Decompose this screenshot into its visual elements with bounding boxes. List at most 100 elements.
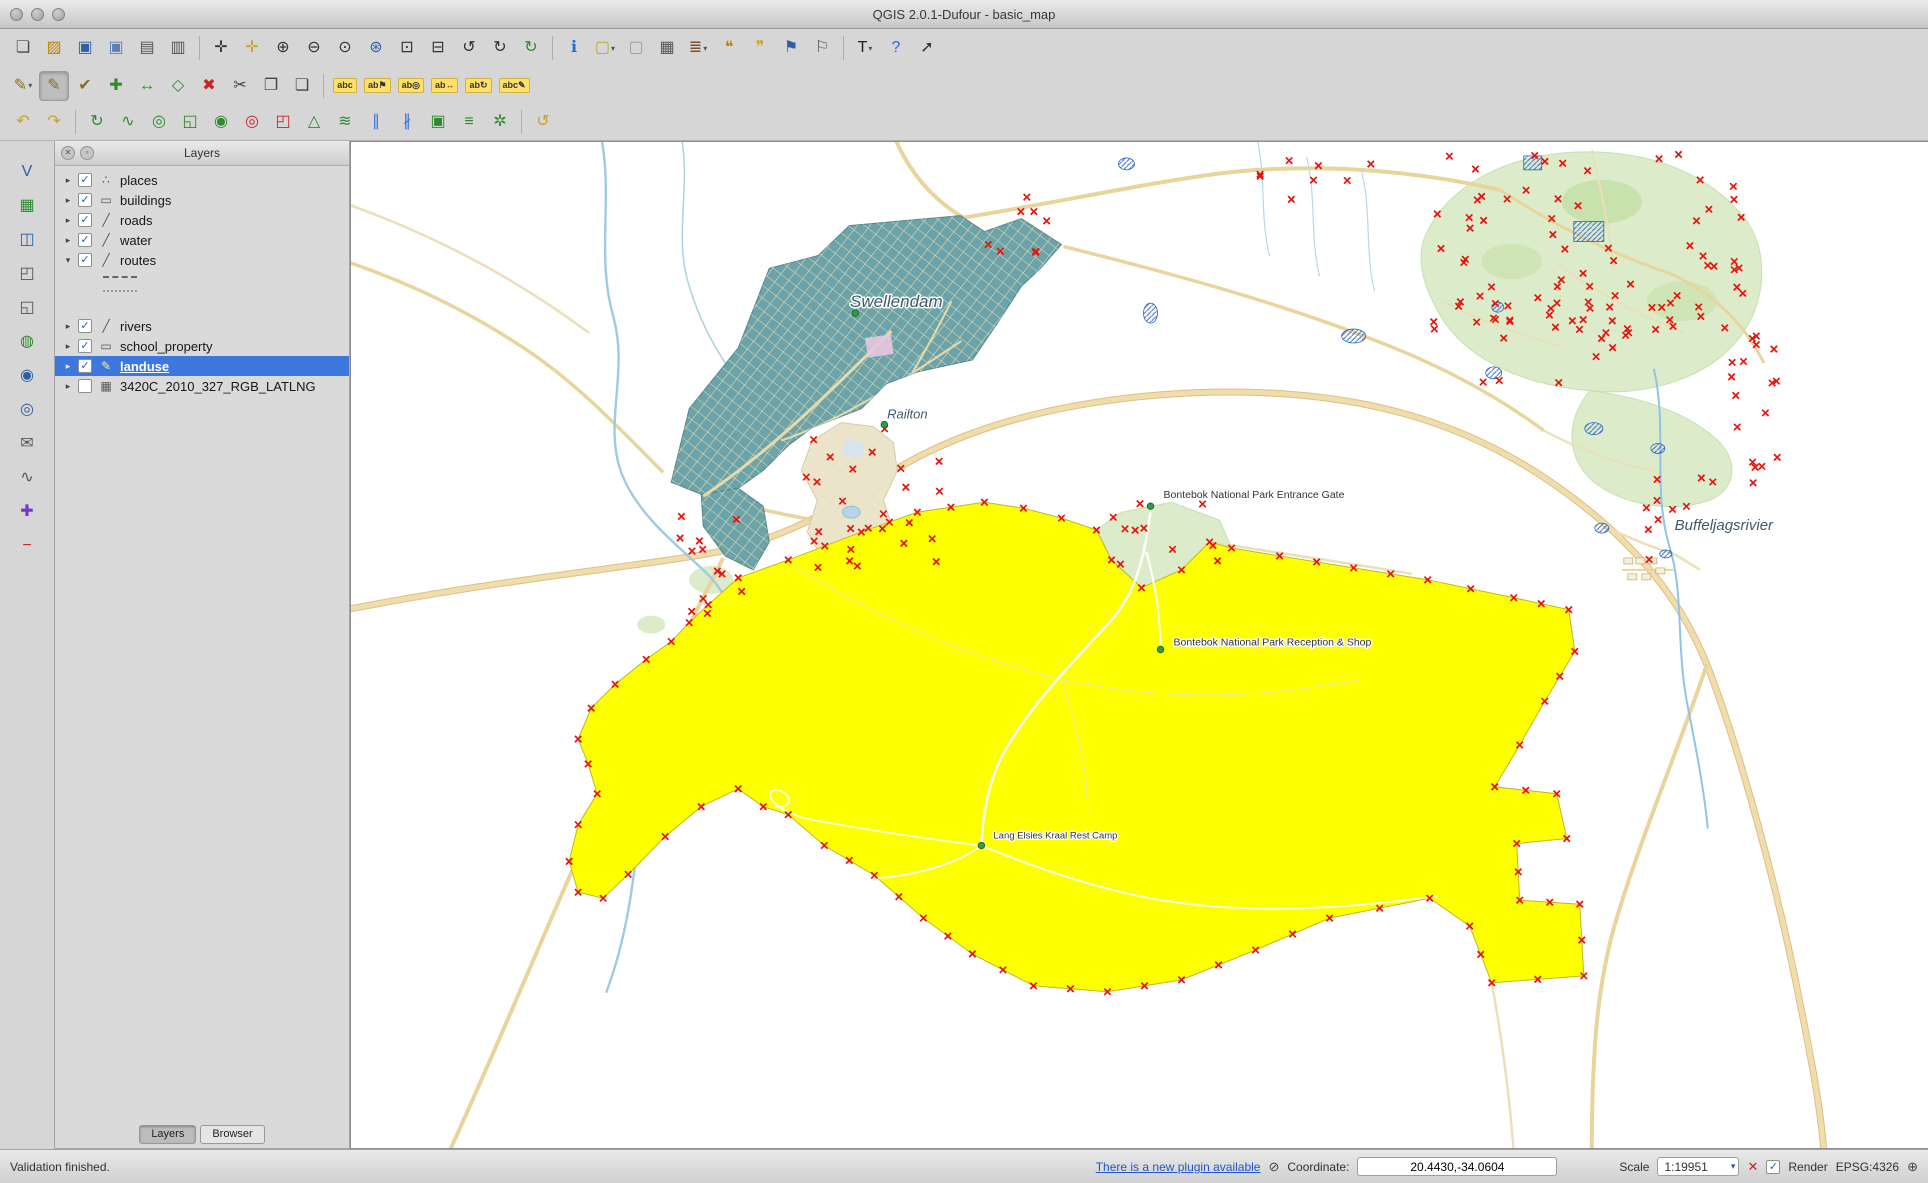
layer-visibility-checkbox[interactable]: ✓ [78,253,92,267]
add-mssql-layer-button[interactable]: ◱ [11,293,43,322]
layer-item-3420C_2010_327_RGB_LATLNG[interactable]: ▸▦3420C_2010_327_RGB_LATLNG [55,376,349,396]
layer-visibility-checkbox[interactable]: ✓ [78,213,92,227]
layer-name[interactable]: rivers [120,319,152,334]
layer-visibility-checkbox[interactable]: ✓ [78,173,92,187]
open-project-button[interactable]: ▨ [39,33,69,63]
layer-visibility-checkbox[interactable] [78,379,92,393]
layer-item-roads[interactable]: ▸✓╱roads [55,210,349,230]
layer-item-water[interactable]: ▸✓╱water [55,230,349,250]
layer-item-school_property[interactable]: ▸✓▭school_property [55,336,349,356]
remove-layer-button[interactable]: − [11,531,43,560]
merge-attributes-button[interactable]: ≡ [454,107,484,137]
close-window-button[interactable] [10,8,23,21]
text-tool-button[interactable]: T▾ [850,33,880,63]
pan-to-selection-button[interactable]: ✛ [237,33,267,63]
map-tips-button[interactable]: ❝ [714,33,744,63]
expand-arrow-icon[interactable]: ▸ [63,175,73,186]
add-part-button[interactable]: ◱ [175,107,205,137]
zoom-next-button[interactable]: ↻ [485,33,515,63]
zoom-last-button[interactable]: ↺ [454,33,484,63]
save-project-button[interactable]: ▣ [70,33,100,63]
zoom-full-extent-button[interactable]: ⊛ [361,33,391,63]
expand-arrow-icon[interactable]: ▸ [63,341,73,352]
plugin-link[interactable]: There is a new plugin available [1096,1160,1261,1174]
tab-layers[interactable]: Layers [139,1125,196,1144]
pan-map-button[interactable]: ✛ [206,33,236,63]
expand-arrow-icon[interactable]: ▸ [63,215,73,226]
split-features-button[interactable]: ∥ [361,107,391,137]
save-project-as-button[interactable]: ▣ [101,33,131,63]
offset-curve-button[interactable]: ≋ [330,107,360,137]
reshape-features-button[interactable]: △ [299,107,329,137]
simplify-feature-button[interactable]: ∿ [113,107,143,137]
add-wfs-layer-button[interactable]: ◎ [11,395,43,424]
label-show-hide-button[interactable]: ab◎ [395,71,427,101]
add-wms-layer-button[interactable]: ◍ [11,327,43,356]
add-postgis-layer-button[interactable]: ◫ [11,225,43,254]
add-delimited-text-layer-button[interactable]: ✉ [11,429,43,458]
expand-arrow-icon[interactable]: ▸ [63,235,73,246]
open-attribute-table-button[interactable]: ▦ [652,33,682,63]
crs-status-icon[interactable]: ⊕ [1907,1159,1918,1175]
panel-float-button[interactable]: ▫ [80,146,94,160]
paste-features-button[interactable]: ❏ [287,71,317,101]
show-bookmarks-button[interactable]: ⚐ [807,33,837,63]
new-print-composer-button[interactable]: ▤ [132,33,162,63]
help-contents-button[interactable]: ? [881,33,911,63]
layer-name[interactable]: landuse [120,359,169,374]
tab-browser[interactable]: Browser [200,1125,264,1144]
node-tool-button[interactable]: ◇ [163,71,193,101]
render-checkbox[interactable]: ✓ [1766,1160,1780,1174]
layer-item-places[interactable]: ▸✓∴places [55,170,349,190]
plugin-status-icon[interactable]: ⊘ [1268,1159,1279,1175]
layer-visibility-checkbox[interactable]: ✓ [78,359,92,373]
undo-button[interactable]: ↶ [8,107,38,137]
measure-button[interactable]: ≣▾ [683,33,713,63]
layer-item-landuse[interactable]: ▸✓✎landuse [55,356,349,376]
move-feature-button[interactable]: ↔ [132,71,162,101]
current-edits-button[interactable]: ✎▾ [8,71,38,101]
text-annotation-button[interactable]: ❞ [745,33,775,63]
label-pin-button[interactable]: ab⚑ [361,71,394,101]
rotate-point-symbols-button[interactable]: ✲ [485,107,515,137]
copy-features-button[interactable]: ❐ [256,71,286,101]
expand-arrow-icon[interactable]: ▸ [63,321,73,332]
whats-this-button[interactable]: ➚ [912,33,942,63]
collapse-arrow-icon[interactable]: ▾ [63,255,73,266]
label-move-button[interactable]: ab↔ [428,71,462,101]
layer-name[interactable]: buildings [120,193,171,208]
layer-visibility-checkbox[interactable]: ✓ [78,193,92,207]
layer-name[interactable]: water [120,233,152,248]
map-canvas[interactable]: Swellendam Railton Bontebok National Par… [350,141,1928,1149]
expand-arrow-icon[interactable]: ▸ [63,195,73,206]
delete-ring-button[interactable]: ◎ [237,107,267,137]
layer-item-rivers[interactable]: ▸✓╱rivers [55,316,349,336]
layer-visibility-checkbox[interactable]: ✓ [78,319,92,333]
scale-combo[interactable]: 1:19951 ▾ [1657,1157,1739,1176]
symbology-item[interactable] [55,284,349,298]
toggle-editing-button[interactable]: ✎ [39,71,69,101]
expand-arrow-icon[interactable]: ▸ [63,361,73,372]
refresh-map-button[interactable]: ↻ [516,33,546,63]
merge-features-button[interactable]: ▣ [423,107,453,137]
layer-name[interactable]: 3420C_2010_327_RGB_LATLNG [120,379,316,394]
deselect-features-button[interactable]: ▢ [621,33,651,63]
layer-visibility-checkbox[interactable]: ✓ [78,339,92,353]
layer-name[interactable]: school_property [120,339,213,354]
delete-part-button[interactable]: ◰ [268,107,298,137]
label-add-button[interactable]: abc [330,71,360,101]
save-layer-edits-button[interactable]: ✔ [70,71,100,101]
layer-item-routes[interactable]: ▾✓╱routes [55,250,349,270]
new-bookmark-button[interactable]: ⚑ [776,33,806,63]
add-spatialite-layer-button[interactable]: ◰ [11,259,43,288]
split-parts-button[interactable]: ∦ [392,107,422,137]
add-raster-layer-button[interactable]: ▦ [11,191,43,220]
layer-visibility-checkbox[interactable]: ✓ [78,233,92,247]
label-properties-button[interactable]: abc✎ [496,71,533,101]
zoom-to-layer-button[interactable]: ⊟ [423,33,453,63]
panel-close-button[interactable]: ✕ [61,146,75,160]
revert-edits-button[interactable]: ↺ [528,107,558,137]
layer-name[interactable]: roads [120,213,153,228]
rotate-feature-button[interactable]: ↻ [82,107,112,137]
symbology-item[interactable] [55,270,349,284]
